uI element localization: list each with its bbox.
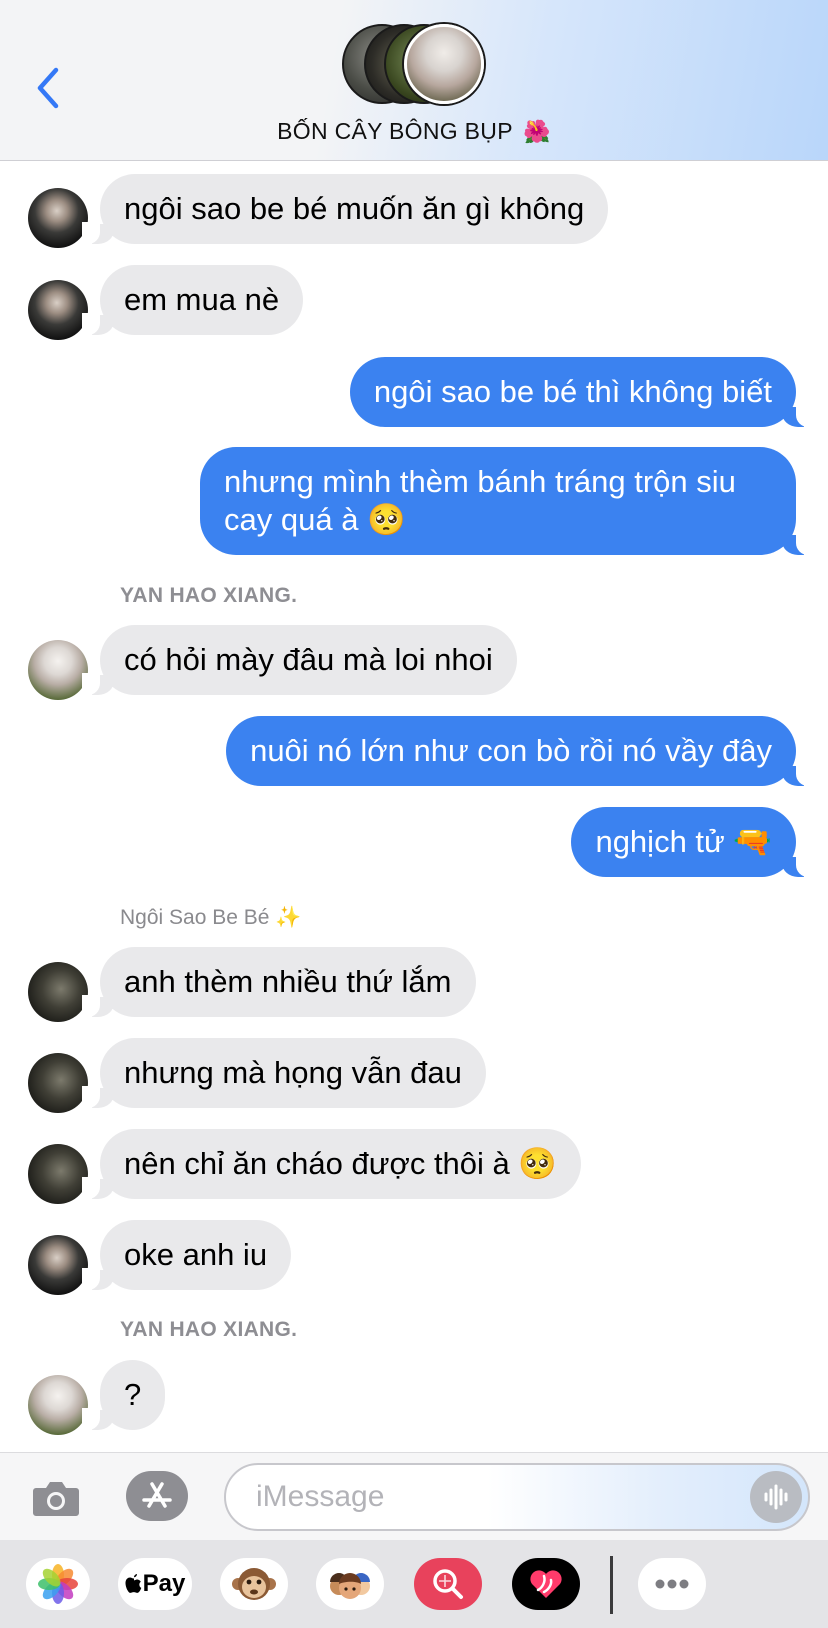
app-drawer: Pay: [0, 1540, 828, 1628]
hibiscus-icon: 🌺: [523, 120, 551, 145]
heart-touch-icon: [530, 1570, 562, 1598]
sender-avatar[interactable]: [28, 188, 88, 248]
member-avatar: [404, 24, 484, 104]
sender-avatar[interactable]: [28, 1375, 88, 1435]
outgoing-message[interactable]: nhưng mình thèm bánh tráng trộn siu cay …: [200, 447, 814, 555]
incoming-message[interactable]: anh thèm nhiều thứ lắm: [82, 947, 476, 1017]
outgoing-message[interactable]: nghịch tử 🔫: [571, 807, 814, 877]
sender-name: YAN HAO XIANG.: [120, 1318, 298, 1341]
drawer-divider: [610, 1556, 613, 1614]
incoming-message[interactable]: có hỏi mày đâu mà loi nhoi: [82, 625, 517, 695]
animoji-button[interactable]: [220, 1558, 288, 1610]
sender-avatar[interactable]: [28, 280, 88, 340]
incoming-message[interactable]: em mua nè: [81, 265, 304, 335]
incoming-message[interactable]: ?: [81, 1360, 166, 1430]
group-avatar-stack[interactable]: [342, 24, 486, 108]
sender-avatar[interactable]: [28, 640, 88, 700]
outgoing-message[interactable]: ngôi sao be bé thì không biết: [349, 357, 815, 427]
sender-name: Ngôi Sao Be Bé ✨: [120, 906, 302, 929]
apple-pay-icon: [125, 1574, 141, 1593]
incoming-message[interactable]: nhưng mà họng vẫn đau: [82, 1038, 486, 1108]
sender-name: YAN HAO XIANG.: [120, 584, 298, 607]
chevron-left-icon: [37, 67, 59, 109]
group-name[interactable]: BỐN CÂY BÔNG BỤP 🌺: [0, 118, 828, 145]
apple-pay-label: Pay: [142, 1570, 186, 1597]
app-store-icon: [142, 1482, 172, 1508]
memoji-button[interactable]: [316, 1558, 384, 1610]
compose-bar: iMessage: [0, 1452, 828, 1541]
digital-touch-button[interactable]: [512, 1558, 580, 1610]
app-store-button[interactable]: [126, 1471, 188, 1521]
monkey-icon: [232, 1568, 276, 1600]
camera-icon: [33, 1482, 79, 1516]
waveform-icon: [764, 1484, 788, 1510]
photos-icon: [38, 1564, 78, 1604]
group-name-text: BỐN CÂY BÔNG BỤP: [277, 118, 513, 144]
conversation-header: BỐN CÂY BÔNG BỤP 🌺: [0, 0, 828, 161]
sender-avatar[interactable]: [28, 1053, 88, 1113]
camera-button[interactable]: [30, 1473, 82, 1523]
incoming-message[interactable]: nên chỉ ăn cháo được thôi à 🥺: [82, 1129, 581, 1199]
sender-avatar[interactable]: [28, 1144, 88, 1204]
image-search-icon: [433, 1569, 463, 1599]
image-search-button[interactable]: [414, 1558, 482, 1610]
apple-pay-button[interactable]: Pay: [118, 1558, 192, 1610]
photos-app-button[interactable]: [26, 1558, 90, 1610]
back-button[interactable]: [30, 64, 66, 112]
sender-avatar[interactable]: [28, 962, 88, 1022]
audio-message-button[interactable]: [750, 1471, 802, 1523]
sender-avatar[interactable]: [28, 1235, 88, 1295]
more-apps-button[interactable]: [638, 1558, 706, 1610]
outgoing-message[interactable]: nuôi nó lớn như con bò rồi nó vầy đây: [226, 716, 814, 786]
message-placeholder: iMessage: [256, 1480, 385, 1513]
incoming-message[interactable]: oke anh iu: [81, 1220, 292, 1290]
message-input[interactable]: iMessage: [224, 1463, 810, 1531]
incoming-message[interactable]: ngôi sao be bé muốn ăn gì không: [81, 174, 609, 244]
more-icon: [655, 1579, 689, 1589]
memoji-icon: [330, 1573, 370, 1599]
